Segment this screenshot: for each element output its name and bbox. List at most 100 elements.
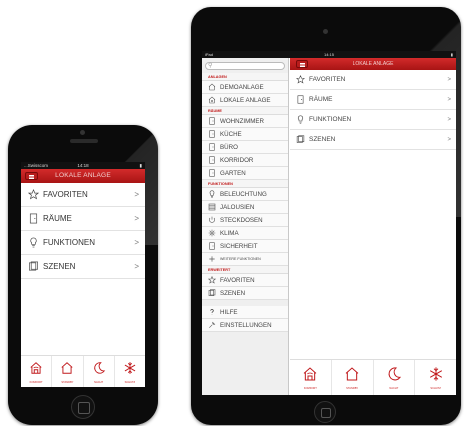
bulb-icon (30, 237, 37, 248)
door-icon (209, 117, 215, 125)
standby-home-icon (61, 362, 73, 374)
phone-screen: ...Swisscom 14:18 ▮ LOKALE ANLAGE FAVORI… (21, 162, 145, 387)
page-title: LOKALE ANLAGE (352, 61, 394, 67)
sidebar-item-label: LOKALE ANLAGE (220, 97, 271, 104)
tablet-tab-bar: KOMFORT STANDBY NACHT SCHUTZ (290, 359, 456, 395)
tab-schutz[interactable]: SCHUTZ (415, 360, 456, 395)
sidebar-item-label: SICHERHEIT (220, 243, 258, 250)
door-icon (209, 130, 215, 138)
sidebar-item-label: SZENEN (220, 290, 246, 297)
sidebar-item-garten[interactable]: GARTEN (202, 167, 288, 180)
sidebar-item-jalousien[interactable]: JALOUSIEN (202, 201, 288, 214)
phone-home-button[interactable] (71, 395, 95, 419)
sidebar-item-kueche[interactable]: KÜCHE (202, 128, 288, 141)
list-item-raeume[interactable]: RÄUME > (290, 90, 456, 110)
sidebar-item-hilfe[interactable]: HILFE (202, 306, 288, 319)
sidebar-item-einstellungen[interactable]: EINSTELLUNGEN (202, 319, 288, 332)
section-header-raeume: RÄUME (202, 107, 288, 115)
section-header-funktionen: FUNKTIONEN (202, 180, 288, 188)
chevron-right-icon: > (447, 77, 451, 83)
section-header-anlagen: ANLAGEN (202, 73, 288, 81)
blinds-icon (208, 203, 216, 211)
sidebar-item-steckdosen[interactable]: STECKDOSEN (202, 214, 288, 227)
sidebar-item-wohnzimmer[interactable]: WOHNZIMMER (202, 115, 288, 128)
tab-label: STANDBY (346, 387, 359, 390)
sidebar-item-label: FAVORITEN (220, 277, 255, 284)
list-item-favoriten[interactable]: FAVORITEN > (21, 183, 145, 207)
star-icon (296, 75, 305, 84)
list-item-szenen[interactable]: SZENEN > (21, 255, 145, 279)
status-time: 14:15 (323, 52, 334, 57)
sidebar-item-demoanlage[interactable]: DEMOANLAGE (202, 81, 288, 94)
wrench-icon (209, 321, 216, 328)
sidebar-item-label: HILFE (220, 309, 238, 316)
list-item-funktionen[interactable]: FUNKTIONEN > (290, 110, 456, 130)
tab-label: KOMFORT (29, 381, 43, 384)
sidebar-item-label: EINSTELLUNGEN (220, 322, 272, 329)
phone-main-list: FAVORITEN > RÄUME > FUNKTIONEN > SZENEN … (21, 183, 145, 279)
list-item-szenen[interactable]: SZENEN > (290, 130, 456, 150)
tab-label: STANDBY (61, 381, 74, 384)
phone-app-header: LOKALE ANLAGE (21, 169, 145, 183)
tab-label: SCHUTZ (430, 387, 441, 390)
phone-device: ...Swisscom 14:18 ▮ LOKALE ANLAGE FAVORI… (8, 125, 158, 425)
sidebar-item-korridor[interactable]: KORRIDOR (202, 154, 288, 167)
list-item-label: FUNKTIONEN (309, 116, 352, 123)
bulb-icon (209, 190, 215, 198)
list-item-funktionen[interactable]: FUNKTIONEN > (21, 231, 145, 255)
scene-icon (296, 135, 305, 143)
tab-schutz[interactable]: SCHUTZ (115, 356, 145, 387)
sidebar-item-szenen[interactable]: SZENEN (202, 287, 288, 300)
sidebar-item-weitere-funktionen[interactable]: WEITERE FUNKTIONEN (202, 253, 288, 266)
tab-nacht[interactable]: NACHT (84, 356, 115, 387)
sidebar-item-label: JALOUSIEN (220, 204, 255, 211)
snowflake-icon (429, 367, 442, 381)
tab-label: SCHUTZ (124, 381, 136, 384)
list-item-label: SZENEN (309, 136, 336, 143)
moon-icon (93, 362, 105, 374)
section-header-erweitert: ERWEITERT (202, 266, 288, 274)
page-title: LOKALE ANLAGE (55, 172, 111, 179)
chevron-right-icon: > (134, 262, 139, 271)
comfort-home-icon (304, 367, 317, 381)
sidebar-item-label: KLIMA (220, 230, 239, 237)
sidebar-item-buero[interactable]: BÜRO (202, 141, 288, 154)
sidebar-item-label: BÜRO (220, 144, 238, 151)
tab-standby[interactable]: STANDBY (52, 356, 84, 387)
sidebar-item-favoriten[interactable]: FAVORITEN (202, 274, 288, 287)
phone-camera (80, 130, 85, 135)
star-icon (208, 276, 216, 284)
phone-earpiece (70, 139, 98, 143)
tablet-screen: iPad 14:15 ▮ ⚲ ANLAGEN DEMOANLAGE LOKALE… (202, 51, 456, 395)
search-input[interactable]: ⚲ (205, 62, 285, 70)
sidebar-item-label: STECKDOSEN (220, 217, 263, 224)
list-item-favoriten[interactable]: FAVORITEN > (290, 70, 456, 90)
door-icon (209, 143, 215, 151)
house-gear-icon (208, 96, 216, 104)
sidebar-item-sicherheit[interactable]: SICHERHEIT (202, 240, 288, 253)
sidebar-item-label: WOHNZIMMER (220, 118, 264, 125)
plus-icon (209, 256, 215, 262)
tab-standby[interactable]: STANDBY (332, 360, 374, 395)
list-item-raeume[interactable]: RÄUME > (21, 207, 145, 231)
sidebar-item-lokale-anlage[interactable]: LOKALE ANLAGE (202, 94, 288, 107)
tablet-sidebar: ⚲ ANLAGEN DEMOANLAGE LOKALE ANLAGE RÄUME… (202, 58, 289, 395)
bulb-icon (297, 115, 304, 124)
chevron-right-icon: > (447, 117, 451, 123)
tab-komfort[interactable]: KOMFORT (21, 356, 53, 387)
standby-home-icon (345, 367, 359, 381)
sidebar-item-label: BELEUCHTUNG (220, 191, 267, 198)
list-item-label: FUNKTIONEN (43, 238, 95, 247)
tab-komfort[interactable]: KOMFORT (290, 360, 332, 395)
tablet-home-button[interactable] (314, 401, 336, 423)
search-icon: ⚲ (208, 63, 213, 69)
sidebar-item-beleuchtung[interactable]: BELEUCHTUNG (202, 188, 288, 201)
tab-nacht[interactable]: NACHT (374, 360, 416, 395)
sidebar-item-label: GARTEN (220, 170, 246, 177)
chevron-right-icon: > (447, 97, 451, 103)
star-icon (28, 189, 39, 200)
list-item-label: FAVORITEN (309, 76, 346, 83)
door-icon (209, 242, 215, 250)
tablet-main-list: FAVORITEN > RÄUME > FUNKTIONEN > SZENEN … (290, 70, 456, 150)
sidebar-item-klima[interactable]: KLIMA (202, 227, 288, 240)
